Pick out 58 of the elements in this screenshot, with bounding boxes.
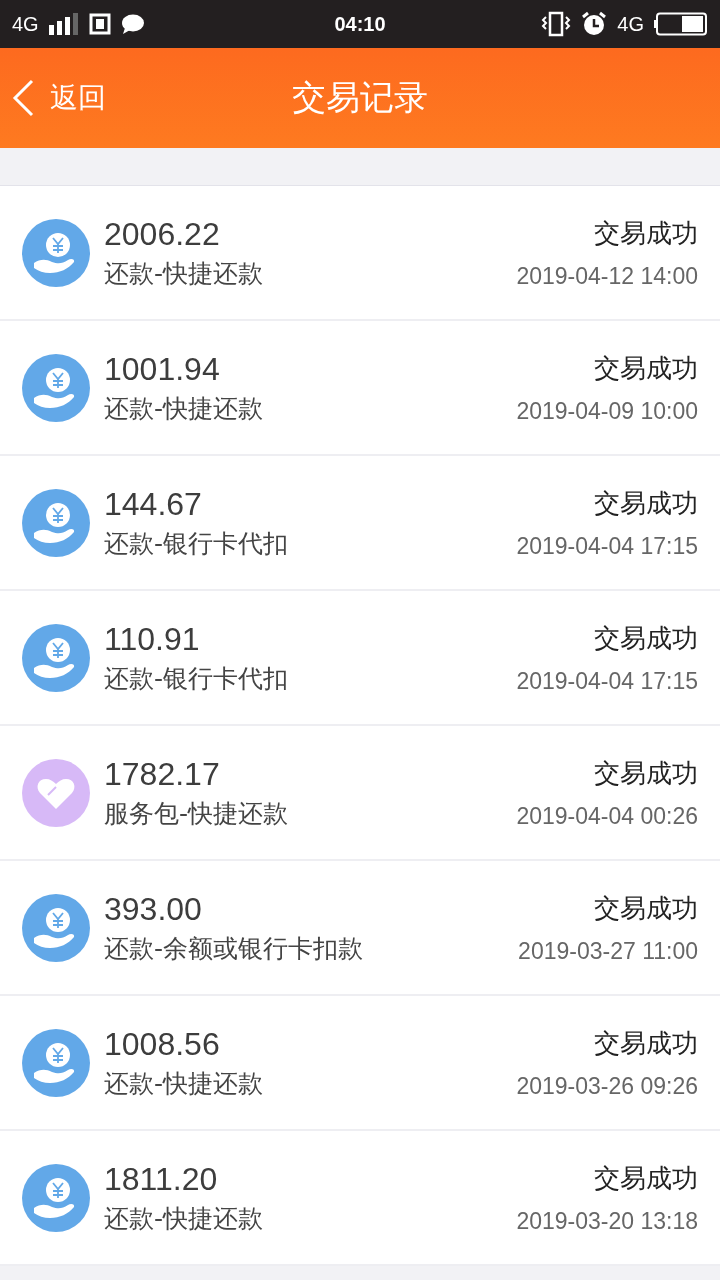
page-title: 交易记录 — [292, 76, 428, 119]
status-text: 交易成功 — [594, 1026, 698, 1060]
date-text: 2019-04-09 10:00 — [516, 397, 698, 425]
date-text: 2019-04-04 00:26 — [516, 802, 698, 830]
transaction-row[interactable]: 144.67 还款-银行卡代扣 交易成功 2019-04-04 17:15 — [0, 456, 720, 591]
description-text: 还款-银行卡代扣 — [104, 527, 290, 560]
clock-time: 04:10 — [334, 12, 386, 36]
coin-hand-icon — [22, 893, 90, 962]
amount-text: 1001.94 — [104, 350, 221, 388]
coin-hand-icon — [22, 623, 90, 692]
status-text: 交易成功 — [594, 891, 698, 925]
coin-hand-icon — [22, 1163, 90, 1232]
description-text: 还款-快捷还款 — [104, 1067, 265, 1100]
description-text: 还款-银行卡代扣 — [104, 662, 290, 695]
amount-text: 1008.56 — [104, 1025, 221, 1063]
date-text: 2019-04-12 14:00 — [516, 262, 698, 290]
coin-hand-icon — [22, 353, 90, 422]
battery-icon — [654, 12, 708, 36]
description-text: 还款-快捷还款 — [104, 257, 265, 290]
status-text: 交易成功 — [594, 1161, 698, 1195]
signal-icon — [48, 13, 79, 35]
back-chevron-icon — [12, 79, 34, 117]
amount-text: 110.91 — [104, 620, 201, 658]
sim-icon — [88, 13, 111, 35]
coin-hand-icon — [22, 1028, 90, 1097]
amount-text: 393.00 — [104, 890, 203, 928]
transaction-row[interactable]: 393.00 还款-余额或银行卡扣款 交易成功 2019-03-27 11:00 — [0, 861, 720, 996]
coin-hand-icon — [22, 218, 90, 287]
transaction-row[interactable]: 110.91 还款-银行卡代扣 交易成功 2019-04-04 17:15 — [0, 591, 720, 726]
transaction-row[interactable]: 1782.17 服务包-快捷还款 交易成功 2019-04-04 00:26 — [0, 726, 720, 861]
status-text: 交易成功 — [594, 486, 698, 520]
coin-hand-icon — [22, 488, 90, 557]
description-text: 还款-快捷还款 — [104, 392, 265, 425]
amount-text: 2006.22 — [104, 215, 221, 253]
network-label: 4G — [12, 12, 39, 36]
vibrate-icon — [541, 11, 572, 37]
date-text: 2019-04-04 17:15 — [516, 667, 698, 695]
status-text: 交易成功 — [594, 351, 698, 385]
description-text: 服务包-快捷还款 — [104, 797, 290, 830]
status-text: 交易成功 — [594, 216, 698, 250]
alarm-icon — [581, 11, 608, 37]
transaction-row[interactable]: 1811.20 还款-快捷还款 交易成功 2019-03-20 13:18 — [0, 1131, 720, 1266]
status-text: 交易成功 — [594, 756, 698, 790]
amount-text: 1782.17 — [104, 755, 221, 793]
transaction-row[interactable]: 1001.94 还款-快捷还款 交易成功 2019-04-09 10:00 — [0, 321, 720, 456]
amount-text: 1811.20 — [104, 1160, 219, 1198]
transaction-row[interactable]: 1008.56 还款-快捷还款 交易成功 2019-03-26 09:26 — [0, 996, 720, 1131]
chat-bubble-icon — [120, 13, 145, 35]
network-label: 4G — [617, 12, 644, 36]
date-text: 2019-03-26 09:26 — [516, 1072, 698, 1100]
amount-text: 144.67 — [104, 485, 203, 523]
date-text: 2019-03-27 11:00 — [518, 937, 698, 965]
transaction-row[interactable]: 2006.22 还款-快捷还款 交易成功 2019-04-12 14:00 — [0, 186, 720, 321]
status-text: 交易成功 — [594, 621, 698, 655]
date-text: 2019-04-04 17:15 — [516, 532, 698, 560]
description-text: 还款-快捷还款 — [104, 1202, 265, 1235]
date-text: 2019-03-20 13:18 — [516, 1207, 698, 1235]
description-text: 还款-余额或银行卡扣款 — [104, 932, 365, 965]
